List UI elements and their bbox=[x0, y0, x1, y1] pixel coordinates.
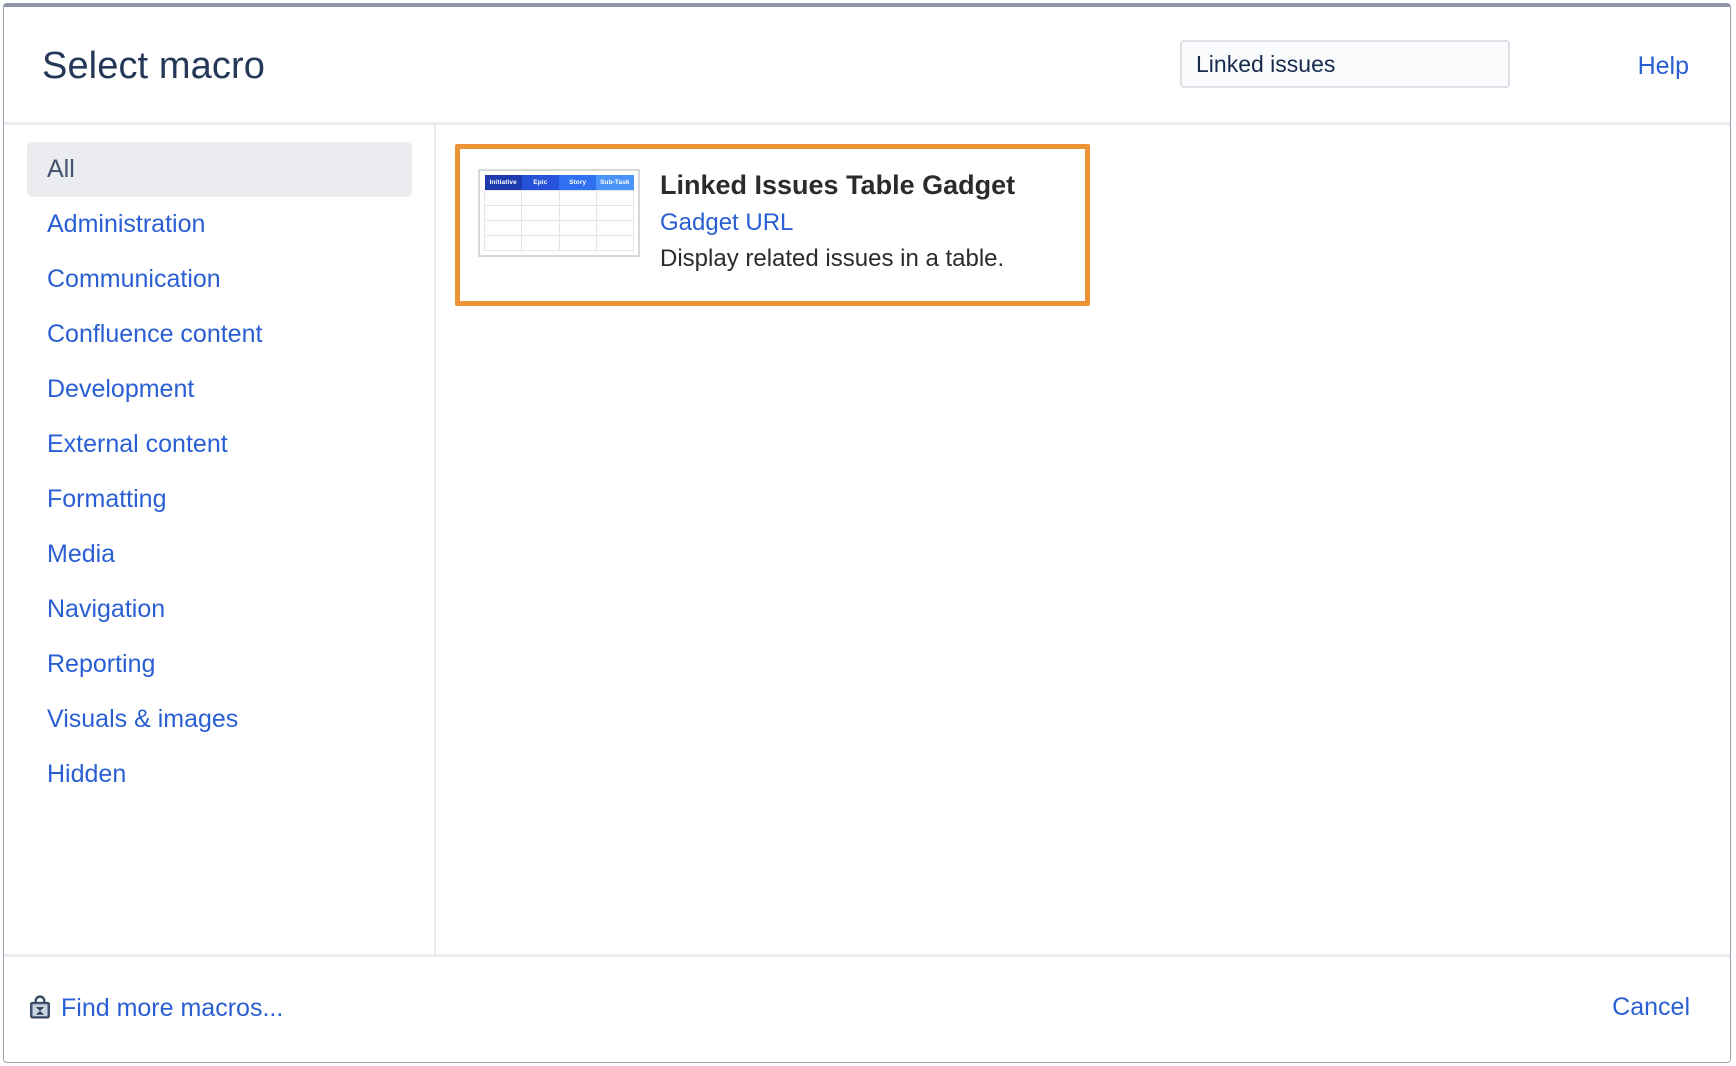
sidebar-item-administration[interactable]: Administration bbox=[27, 197, 412, 252]
table-row bbox=[485, 206, 634, 221]
thumbnail-header-row: Initiative Epic Story Sub-Task bbox=[485, 175, 634, 191]
thumbnail-column-sub-task: Sub-Task bbox=[596, 175, 633, 191]
dialog-footer: Find more macros... Cancel bbox=[4, 954, 1730, 1062]
table-row bbox=[485, 221, 634, 236]
help-link[interactable]: Help bbox=[1638, 52, 1689, 80]
thumbnail-column-epic: Epic bbox=[522, 175, 559, 191]
thumbnail-column-story: Story bbox=[559, 175, 596, 191]
macro-details: Linked Issues Table Gadget Gadget URL Di… bbox=[660, 166, 1067, 275]
sidebar-item-navigation[interactable]: Navigation bbox=[27, 582, 412, 637]
cancel-button[interactable]: Cancel bbox=[1612, 992, 1690, 1022]
macro-results-list: Initiative Epic Story Sub-Task bbox=[436, 125, 1730, 954]
sidebar-item-hidden[interactable]: Hidden bbox=[27, 747, 412, 802]
dialog-body: All Administration Communication Conflue… bbox=[4, 125, 1730, 954]
macro-thumbnail-table-icon: Initiative Epic Story Sub-Task bbox=[478, 169, 640, 257]
sidebar-item-reporting[interactable]: Reporting bbox=[27, 637, 412, 692]
macro-result-card[interactable]: Initiative Epic Story Sub-Task bbox=[455, 144, 1090, 306]
category-sidebar: All Administration Communication Conflue… bbox=[4, 125, 436, 954]
sidebar-item-visuals-images[interactable]: Visuals & images bbox=[27, 692, 412, 747]
gadget-url-link[interactable]: Gadget URL bbox=[660, 207, 793, 239]
macro-title: Linked Issues Table Gadget bbox=[660, 168, 1067, 202]
sidebar-item-development[interactable]: Development bbox=[27, 362, 412, 417]
find-more-macros-link[interactable]: Find more macros... bbox=[27, 993, 283, 1023]
table-row bbox=[485, 236, 634, 251]
select-macro-dialog: Select macro Help All Administration Com… bbox=[3, 3, 1731, 1063]
page-title: Select macro bbox=[42, 44, 265, 88]
marketplace-bag-icon bbox=[27, 995, 53, 1021]
sidebar-item-all[interactable]: All bbox=[27, 142, 412, 197]
find-more-macros-label: Find more macros... bbox=[61, 993, 283, 1023]
sidebar-item-external-content[interactable]: External content bbox=[27, 417, 412, 472]
sidebar-item-media[interactable]: Media bbox=[27, 527, 412, 582]
thumbnail-table: Initiative Epic Story Sub-Task bbox=[484, 175, 634, 251]
dialog-header: Select macro Help bbox=[4, 7, 1730, 125]
macro-description: Display related issues in a table. bbox=[660, 243, 1067, 275]
sidebar-item-communication[interactable]: Communication bbox=[27, 252, 412, 307]
sidebar-item-confluence-content[interactable]: Confluence content bbox=[27, 307, 412, 362]
search-field-wrapper bbox=[1180, 40, 1510, 88]
table-row bbox=[485, 191, 634, 206]
macro-search-input[interactable] bbox=[1180, 40, 1510, 88]
sidebar-item-formatting[interactable]: Formatting bbox=[27, 472, 412, 527]
thumbnail-column-initiative: Initiative bbox=[485, 175, 522, 191]
